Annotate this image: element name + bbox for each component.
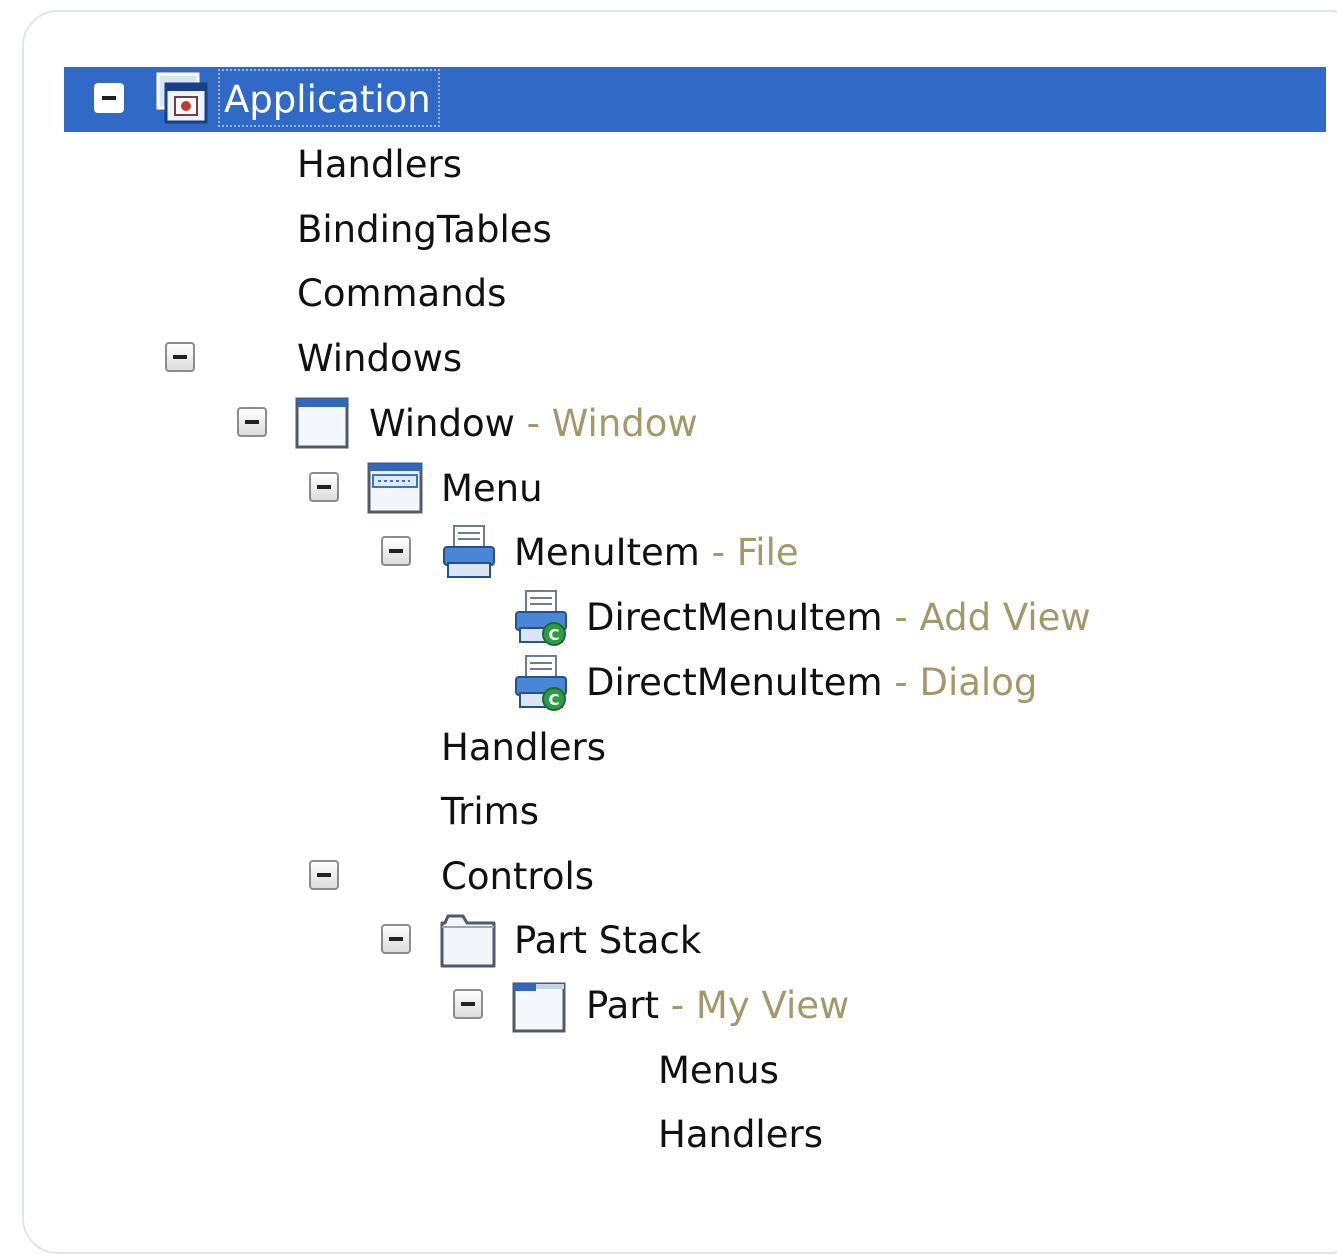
node-name: Window (369, 402, 515, 445)
tree-node-menu[interactable]: Menu (64, 456, 1326, 521)
direct-menuitem-icon: C (510, 653, 570, 713)
menuitem-icon (438, 523, 498, 583)
tree-node-controls[interactable]: Controls (64, 844, 1326, 909)
node-description: File (736, 531, 799, 574)
tree-node-application[interactable]: Application (64, 67, 1326, 132)
node-label: MenuItem - File (514, 525, 799, 581)
node-label: BindingTables (297, 208, 552, 251)
window-icon (292, 394, 352, 454)
node-label: Menus (658, 1049, 779, 1092)
tree-node-menuitem-file[interactable]: MenuItem - File (64, 520, 1326, 585)
tree-node-part-stack[interactable]: Part Stack (64, 908, 1326, 973)
tree-node-binding-tables[interactable]: BindingTables (64, 197, 1326, 262)
tree-node-handlers[interactable]: Handlers (64, 132, 1326, 197)
node-separator: - (514, 402, 552, 445)
collapse-icon[interactable] (309, 860, 339, 890)
menu-icon (364, 459, 424, 519)
direct-menuitem-icon: C (510, 588, 570, 648)
tree-node-part[interactable]: Part - My View (64, 973, 1326, 1038)
node-description: Dialog (919, 661, 1038, 704)
tree-node-windows[interactable]: Windows (64, 326, 1326, 391)
collapse-icon[interactable] (381, 924, 411, 954)
tree-node-handlers[interactable]: Handlers (64, 715, 1326, 780)
node-label: Controls (441, 855, 595, 898)
node-label: Handlers (658, 1113, 823, 1156)
node-label: Menu (441, 467, 543, 510)
node-name: Part (586, 984, 660, 1027)
tree-node-menus[interactable]: Menus (64, 1038, 1326, 1103)
collapse-icon[interactable] (165, 342, 195, 372)
node-separator: - (882, 596, 920, 639)
collapse-icon[interactable] (94, 83, 124, 113)
node-description: My View (695, 984, 850, 1027)
collapse-icon[interactable] (453, 989, 483, 1019)
node-name: DirectMenuItem (586, 596, 883, 639)
svg-text:C: C (548, 691, 559, 709)
svg-text:C: C (548, 626, 559, 644)
node-description: Window (551, 402, 698, 445)
application-icon (150, 70, 210, 130)
node-label: DirectMenuItem - Add View (586, 590, 1091, 646)
node-label: Trims (441, 790, 539, 833)
collapse-icon[interactable] (381, 536, 411, 566)
node-name: MenuItem (514, 531, 700, 574)
tree-node-window[interactable]: Window - Window (64, 391, 1326, 456)
node-name: DirectMenuItem (586, 661, 883, 704)
tree-node-trims[interactable]: Trims (64, 779, 1326, 844)
node-separator: - (699, 531, 737, 574)
node-label: Handlers (441, 726, 606, 769)
part-icon (509, 976, 569, 1036)
collapse-icon[interactable] (309, 472, 339, 502)
tree-node-direct-menuitem-dialog[interactable]: C DirectMenuItem - Dialog (64, 650, 1326, 715)
collapse-icon[interactable] (237, 407, 267, 437)
node-label: Handlers (297, 143, 462, 186)
node-description: Add View (919, 596, 1091, 639)
node-label: Part - My View (586, 978, 849, 1034)
node-label: Commands (297, 272, 507, 315)
node-label: DirectMenuItem - Dialog (586, 655, 1037, 711)
node-label: Windows (297, 337, 463, 380)
node-label: Part Stack (514, 919, 702, 962)
node-label: Application (224, 78, 431, 121)
node-separator: - (882, 661, 920, 704)
application-model-tree[interactable]: Application Handlers BindingTables Comma… (64, 67, 1326, 1207)
folder-icon (437, 911, 497, 971)
tree-node-direct-menuitem-add-view[interactable]: C DirectMenuItem - Add View (64, 585, 1326, 650)
tree-node-commands[interactable]: Commands (64, 261, 1326, 326)
tree-node-handlers[interactable]: Handlers (64, 1102, 1326, 1167)
node-label: Window - Window (369, 396, 698, 452)
node-separator: - (659, 984, 696, 1027)
